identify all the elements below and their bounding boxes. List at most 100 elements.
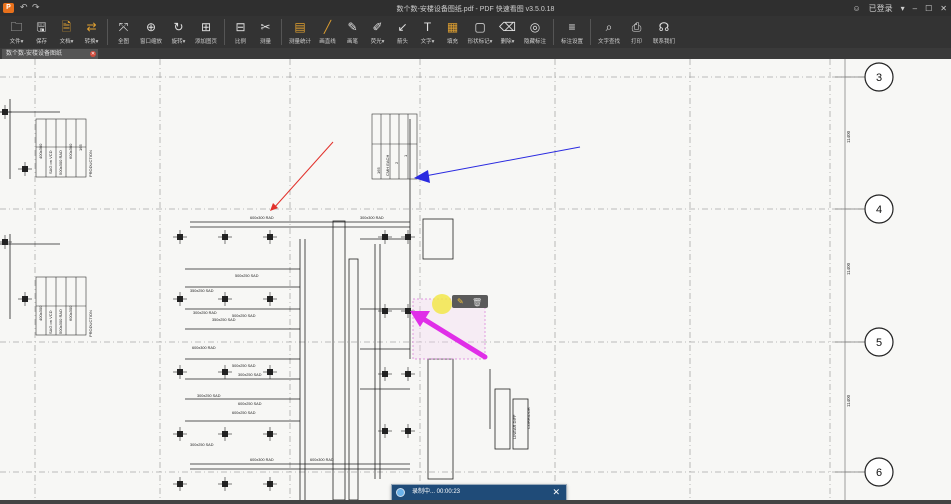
duct-size-label: 300x250 RAD — [193, 311, 217, 315]
duct-size-label: 300x250 SAD — [197, 394, 221, 398]
air-terminal — [263, 230, 277, 244]
toolbar-arrow-button[interactable]: ↙ 箭头 — [390, 16, 415, 48]
floor-plan-drawing[interactable]: 3456 114001140011400 PRODUCTION400x300 S… — [0, 59, 951, 500]
toolbar-eraser-button[interactable]: ⌫ 删除▾ — [495, 16, 520, 48]
dimension-labels: 11400 11400 11400 — [846, 130, 851, 407]
recorder-app-icon — [396, 488, 405, 497]
maximize-button[interactable]: ☐ — [925, 4, 932, 13]
recorder-close-button[interactable]: ✕ — [552, 485, 560, 500]
air-terminal — [173, 292, 187, 306]
toolbar-scale-button[interactable]: ⊟ 比例 — [228, 16, 253, 48]
toolbar-shape-mark-button[interactable]: ▢ 形状标记▾ — [465, 16, 495, 48]
toolbar-label: 测量统计 — [288, 39, 311, 45]
grid-bubble-label: 4 — [876, 204, 882, 216]
schedule-text-label: PRODUCTION — [88, 150, 93, 177]
close-button[interactable]: ✕ — [940, 4, 947, 13]
grid-bubble-4: 4 — [864, 194, 894, 224]
folder-icon: 🗀 — [10, 20, 23, 34]
document-icon: 🗎 — [61, 20, 72, 34]
toolbar-annotation-settings-button[interactable]: ≡ 标注设置 — [557, 16, 587, 48]
schedule-text-label: SAG on VCD — [48, 150, 53, 174]
toolbar-zoom-window-button[interactable]: ⊕ 窗口缩放 — [136, 16, 166, 48]
duct-size-label: 500x250 SAD — [232, 314, 256, 318]
toolbar-label: 添加图页 — [194, 39, 217, 45]
toolbar-label: 文件▾ — [9, 39, 24, 45]
tab-label: 数个数-安楼设备图纸 — [6, 51, 62, 57]
recorder-header: 录制中... 00:00:23 ✕ — [392, 485, 566, 500]
schedule-text-label: 2 — [394, 161, 399, 164]
toolbar-measure-button[interactable]: ✂ 测量 — [253, 16, 278, 48]
duct-size-label: 500x250 SAD — [232, 364, 256, 368]
toolbar-fit-all-button[interactable]: ⤧ 全图 — [111, 16, 136, 48]
toolbar-separator — [553, 19, 554, 45]
duct-size-label: 300x300 RAD — [360, 216, 384, 220]
toolbar-measure-stats-button[interactable]: ▤ 测量统计 — [285, 16, 315, 48]
blue-arrow-annotation[interactable] — [424, 146, 581, 177]
grid-bubble-3: 3 — [864, 62, 894, 92]
duct-size-label: 300x250 SAD — [190, 443, 214, 447]
toolbar-save-button[interactable]: 🖫 保存 — [29, 16, 54, 48]
toolbar-pen-button[interactable]: ✎ 画笔 — [340, 16, 365, 48]
dimension-label: 11400 — [846, 262, 851, 275]
toolbar-line-button[interactable]: ╱ 画直线 — [315, 16, 340, 48]
schedule-text-label: PRODUCTION — [88, 310, 93, 337]
air-terminal — [401, 424, 415, 438]
annotation-mini-toolbar[interactable]: ✎ 🗑 — [452, 295, 488, 308]
toolbar-convert-button[interactable]: ⇄ 转换▾ — [79, 16, 104, 48]
add-page-icon: ⊞ — [200, 20, 212, 34]
toolbar-headset-button[interactable]: ☊ 联系我们 — [649, 16, 679, 48]
duct-size-label: 350x250 SAD — [212, 318, 236, 322]
drawing-canvas[interactable]: 3456 11400 11400 11400 PRODUCTION 400x30… — [0, 59, 951, 500]
dimension-label: 11400 — [846, 394, 851, 407]
toolbar-separator — [107, 19, 108, 45]
toolbar-separator — [590, 19, 591, 45]
air-terminal — [218, 427, 232, 441]
air-terminal — [263, 427, 277, 441]
schedule-text-label: 165 — [78, 144, 83, 151]
minimize-button[interactable]: – — [913, 4, 917, 13]
toolbar-label: 测量 — [259, 39, 271, 45]
toolbar-label: 比例 — [234, 39, 246, 45]
toolbar-document-button[interactable]: 🗎 文档▾ — [54, 16, 79, 48]
toolbar-text-search-button[interactable]: ⌕ 文字查找 — [594, 16, 624, 48]
toolbar-add-page-button[interactable]: ⊞ 添加图页 — [191, 16, 221, 48]
scale-icon: ⊟ — [235, 20, 246, 34]
toolbar-label: 标注设置 — [560, 39, 583, 45]
title-bar: P ↶ ↷ 数个数-安楼设备图纸.pdf - PDF 快速看图 v3.5.0.1… — [0, 0, 951, 16]
air-terminal — [173, 427, 187, 441]
toolbar-fill-button[interactable]: ▦ 填充 — [440, 16, 465, 48]
login-status[interactable]: 已登录 — [869, 3, 893, 14]
user-icon: ☺ — [852, 4, 861, 13]
schedule-text: PRODUCTION 400x300 SAG on VCD 500x300 RAD 60… — [38, 143, 531, 439]
toolbar-hide-annotation-button[interactable]: ◎ 隐藏标注 — [520, 16, 550, 48]
toolbar-separator — [281, 19, 282, 45]
schedule-text-label: CMH EACH — [385, 155, 390, 176]
toolbar-folder-button[interactable]: 🗀 文件▾ — [4, 16, 29, 48]
air-terminal — [401, 230, 415, 244]
duct-size-label: 600x300 RAD — [250, 216, 274, 220]
duct-size-label: 300x250 SAD — [238, 373, 262, 377]
text-search-icon: ⌕ — [605, 20, 613, 34]
pin-button[interactable]: ▾ — [901, 4, 905, 13]
tab-close-icon[interactable]: ✕ — [90, 51, 96, 57]
cursor-highlight — [432, 294, 452, 314]
toolbar-text-button[interactable]: T 文字▾ — [415, 16, 440, 48]
hide-annotation-icon: ◎ — [529, 20, 541, 34]
air-terminal — [218, 230, 232, 244]
red-arrow-annotation[interactable] — [272, 141, 334, 210]
toolbar-label: 删除▾ — [500, 39, 515, 45]
tab-document[interactable]: 数个数-安楼设备图纸 ✕ — [2, 49, 98, 59]
duct-size-label: 600x300 RAD — [192, 346, 216, 350]
toolbar-print-button[interactable]: ⎙ 打印 — [624, 16, 649, 48]
toolbar-label: 荧光▾ — [370, 39, 385, 45]
save-icon: 🖫 — [36, 20, 47, 34]
blue-arrowhead — [414, 170, 430, 183]
screen-recorder-panel[interactable]: 录制中... 00:00:23 ✕ ▾ — [391, 484, 567, 500]
toolbar-label: 文字查找 — [597, 39, 620, 45]
duct-size-label: 600x250 SAD — [232, 411, 256, 415]
toolbar-label: 画直线 — [319, 39, 336, 45]
schedule-text-label: 400x300 — [38, 305, 43, 321]
schedule-text-label: 400x300 — [38, 143, 43, 159]
toolbar-rotate-button[interactable]: ↻ 旋转▾ — [166, 16, 191, 48]
toolbar-highlighter-button[interactable]: ✐ 荧光▾ — [365, 16, 390, 48]
